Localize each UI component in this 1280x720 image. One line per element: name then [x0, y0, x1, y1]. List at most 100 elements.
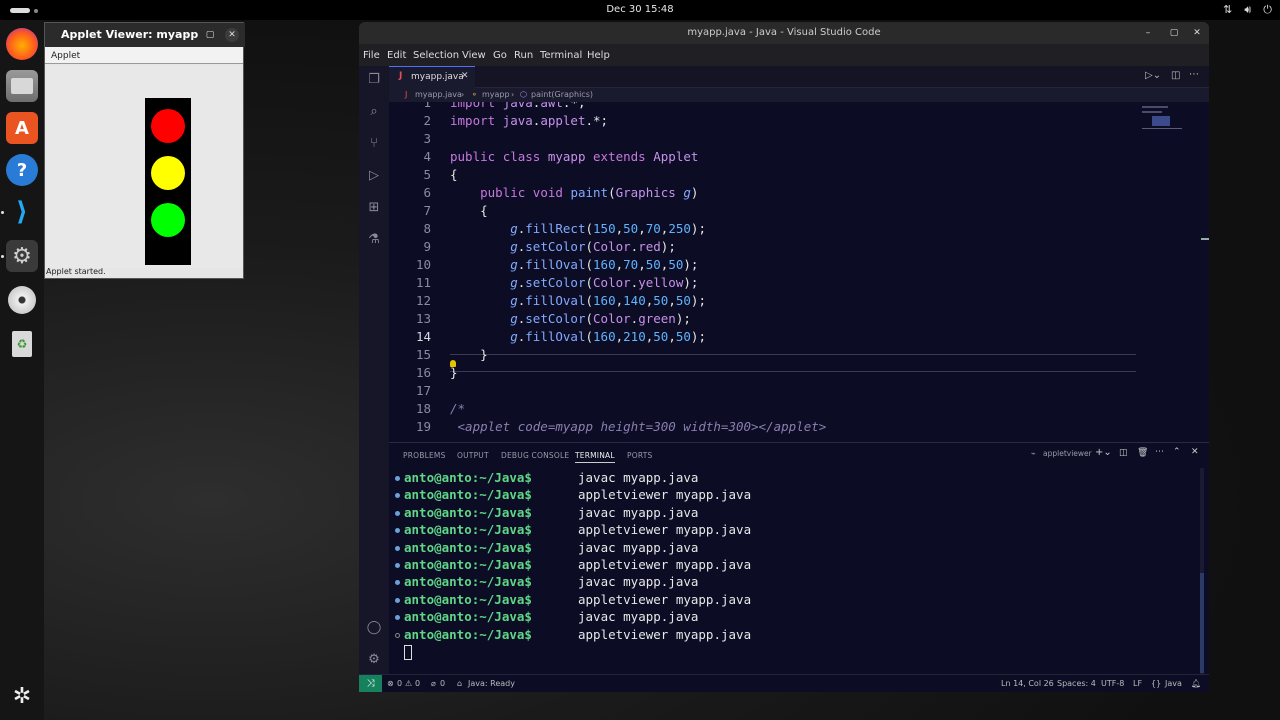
run-icon[interactable]: ▷⌄: [1145, 70, 1161, 81]
code-line[interactable]: 17: [389, 383, 1189, 401]
command-decoration-icon[interactable]: [395, 510, 400, 516]
split-editor-icon[interactable]: ◫: [1171, 70, 1180, 81]
manage-gear-icon[interactable]: ⚙: [366, 652, 382, 668]
maximize-panel-icon[interactable]: ⌃: [1173, 447, 1181, 457]
system-tray[interactable]: ⇅ 🔊︎ ⏻: [1223, 3, 1272, 17]
command-decoration-icon[interactable]: [395, 493, 400, 499]
source-control-icon[interactable]: ⑂: [366, 136, 382, 152]
tab-output[interactable]: OUTPUT: [457, 451, 489, 460]
breadcrumb-file[interactable]: myapp.java: [415, 90, 462, 99]
tab-myapp-java[interactable]: J myapp.java ✕: [389, 66, 475, 88]
code-line[interactable]: 9 g.setColor(Color.red);: [389, 239, 1189, 257]
menu-terminal[interactable]: Terminal: [540, 50, 582, 61]
code-line[interactable]: 10 g.fillOval(160,70,50,50);: [389, 257, 1189, 275]
network-icon[interactable]: ⇅: [1223, 3, 1232, 17]
menu-edit[interactable]: Edit: [387, 50, 406, 61]
command-decoration-icon[interactable]: [395, 528, 400, 534]
breadcrumb-class[interactable]: myapp: [482, 90, 510, 99]
menu-selection[interactable]: Selection: [413, 50, 459, 61]
command-decoration-icon[interactable]: [395, 580, 400, 586]
volume-icon[interactable]: 🔊︎: [1244, 3, 1251, 17]
more-actions-icon[interactable]: ⋯: [1155, 447, 1164, 457]
cursor-position[interactable]: Ln 14, Col 26: [1001, 679, 1054, 688]
code-line[interactable]: 12 g.fillOval(160,140,50,50);: [389, 293, 1189, 311]
code-line[interactable]: 5{: [389, 167, 1189, 185]
close-icon[interactable]: ✕: [225, 28, 239, 42]
code-line[interactable]: 3: [389, 131, 1189, 149]
code-line[interactable]: 11 g.setColor(Color.yellow);: [389, 275, 1189, 293]
vscode-icon[interactable]: ⟩: [6, 196, 38, 228]
help-icon[interactable]: ?: [6, 154, 38, 186]
settings-icon[interactable]: ⚙: [6, 240, 38, 272]
code-editor[interactable]: 1 import java.awt.*; 2 import java.applet.*…: [389, 102, 1209, 442]
tab-debug-console[interactable]: DEBUG CONSOLE: [501, 451, 569, 460]
code-line[interactable]: 8 g.fillRect(150,50,70,250);: [389, 221, 1189, 239]
lightbulb-icon[interactable]: [450, 360, 456, 367]
applet-menu[interactable]: Applet: [51, 51, 80, 61]
notifications-icon[interactable]: 🔔︎: [1191, 679, 1201, 688]
tab-terminal[interactable]: TERMINAL: [575, 451, 615, 463]
extensions-icon[interactable]: ⊞: [366, 200, 382, 216]
code-line[interactable]: 18 /*: [389, 401, 1189, 419]
firefox-icon[interactable]: [6, 28, 38, 60]
tab-ports[interactable]: PORTS: [627, 451, 652, 460]
run-debug-icon[interactable]: ▷: [366, 168, 382, 184]
code-line[interactable]: 2 import java.applet.*;: [389, 113, 1189, 131]
code-line[interactable]: 15 }: [389, 347, 1189, 365]
command-decoration-icon[interactable]: [395, 545, 400, 551]
command-decoration-icon[interactable]: [395, 476, 400, 481]
code-line[interactable]: 6 public void paint(Graphics g): [389, 185, 1189, 203]
menu-go[interactable]: Go: [493, 50, 507, 61]
command-decoration-icon[interactable]: [395, 597, 400, 603]
close-panel-icon[interactable]: ✕: [1191, 447, 1199, 457]
command-decoration-icon[interactable]: [395, 632, 400, 638]
files-icon[interactable]: [6, 70, 38, 102]
warning-count[interactable]: 0: [415, 679, 420, 688]
tab-close-icon[interactable]: ✕: [461, 71, 469, 81]
more-actions-icon[interactable]: ⋯: [1189, 69, 1199, 80]
menu-help[interactable]: Help: [587, 50, 610, 61]
search-icon[interactable]: ⌕: [366, 104, 382, 120]
language-mode[interactable]: Java: [1165, 679, 1182, 688]
line-ending[interactable]: LF: [1133, 679, 1142, 688]
testing-icon[interactable]: ⚗: [366, 232, 382, 248]
kill-terminal-icon[interactable]: 🗑︎: [1137, 448, 1148, 458]
minimap[interactable]: [1142, 106, 1182, 136]
ports-icon[interactable]: ⌀: [431, 679, 436, 688]
trash-icon[interactable]: ♻: [6, 328, 38, 360]
terminal-name[interactable]: appletviewer: [1043, 449, 1092, 458]
code-line[interactable]: 7 {: [389, 203, 1189, 221]
close-icon[interactable]: ✕: [1190, 26, 1204, 40]
vscode-title-bar[interactable]: myapp.java - Java - Visual Studio Code –…: [359, 22, 1209, 44]
ubuntu-apps-icon[interactable]: ✲: [6, 680, 38, 712]
maximize-icon[interactable]: ▢: [1167, 26, 1181, 40]
account-icon[interactable]: ◯: [366, 620, 382, 636]
split-terminal-icon[interactable]: ◫: [1119, 448, 1128, 458]
explorer-icon[interactable]: ❐: [366, 72, 382, 88]
menu-view[interactable]: View: [462, 50, 486, 61]
maximize-icon[interactable]: ▢: [203, 28, 217, 42]
java-status[interactable]: Java: Ready: [468, 679, 515, 688]
clock[interactable]: Dec 30 15:48: [0, 4, 1280, 15]
app-center-icon[interactable]: A: [6, 112, 38, 144]
code-line[interactable]: 16}: [389, 365, 1189, 383]
minimize-icon[interactable]: –: [1141, 26, 1155, 40]
disc-icon[interactable]: [6, 284, 38, 316]
code-line[interactable]: 1 import java.awt.*;: [389, 102, 1189, 113]
error-icon[interactable]: ⊗: [387, 679, 394, 688]
indentation[interactable]: Spaces: 4: [1057, 679, 1096, 688]
new-terminal-icon[interactable]: +⌄: [1095, 447, 1112, 458]
remote-icon[interactable]: ⤨: [359, 675, 382, 692]
encoding[interactable]: UTF-8: [1101, 679, 1124, 688]
warning-icon[interactable]: ⚠: [405, 679, 412, 688]
code-line[interactable]: 13 g.setColor(Color.green);: [389, 311, 1189, 329]
minimize-icon[interactable]: –: [181, 28, 195, 42]
power-icon[interactable]: ⏻: [1263, 3, 1272, 17]
tab-problems[interactable]: PROBLEMS: [403, 451, 446, 460]
menu-run[interactable]: Run: [514, 50, 533, 61]
ports-count[interactable]: 0: [440, 679, 445, 688]
error-count[interactable]: 0: [397, 679, 402, 688]
menu-file[interactable]: File: [363, 50, 380, 61]
command-decoration-icon[interactable]: [395, 563, 400, 568]
code-line[interactable]: 4 public class myapp extends Applet: [389, 149, 1189, 167]
